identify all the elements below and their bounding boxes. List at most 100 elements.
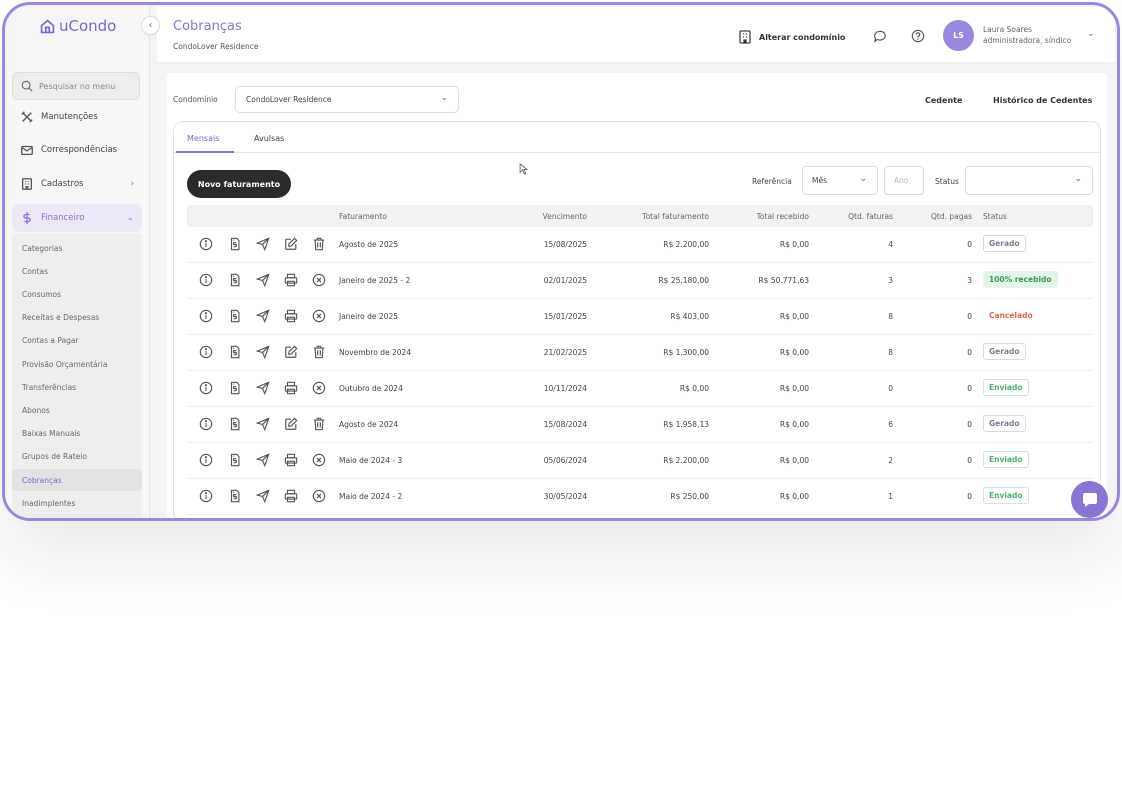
print-icon[interactable]	[284, 489, 298, 503]
info-icon[interactable]	[199, 453, 213, 467]
info-icon[interactable]	[199, 237, 213, 251]
avatar[interactable]: LS	[943, 20, 974, 51]
cancel-icon[interactable]	[312, 453, 326, 467]
cell-faturamento[interactable]: Janeiro de 2025	[339, 312, 398, 321]
chat-bubble-icon[interactable]	[873, 29, 887, 43]
cell-faturamento[interactable]: Maio de 2024 - 2	[339, 492, 402, 501]
collapse-sidebar-button[interactable]: ‹	[141, 16, 160, 35]
info-icon[interactable]	[199, 489, 213, 503]
print-icon[interactable]	[284, 453, 298, 467]
info-icon[interactable]	[199, 345, 213, 359]
col-total-faturamento[interactable]: Total faturamento	[642, 212, 709, 221]
send-icon[interactable]	[256, 237, 270, 251]
invoice-document-icon[interactable]	[228, 273, 242, 287]
cell-faturamento[interactable]: Novembro de 2024	[339, 348, 411, 357]
trash-icon[interactable]	[312, 345, 326, 359]
invoice-document-icon[interactable]	[228, 381, 242, 395]
cell-faturamento[interactable]: Maio de 2024 - 3	[339, 456, 402, 465]
invoice-document-icon[interactable]	[228, 345, 242, 359]
print-icon[interactable]	[284, 309, 298, 323]
col-status[interactable]: Status	[983, 212, 1007, 221]
submenu-item[interactable]: Categorias	[12, 237, 142, 259]
cedente-link[interactable]: Cedente	[925, 96, 962, 105]
status-select[interactable]: ⌄	[965, 166, 1093, 195]
submenu-item[interactable]: Receitas e Despesas	[12, 307, 142, 329]
submenu-item[interactable]: Provisão Orçamentária	[12, 353, 142, 375]
cell-faturamento[interactable]: Agosto de 2025	[339, 240, 398, 249]
send-icon[interactable]	[256, 381, 270, 395]
table-row[interactable]: Maio de 2024 - 2 30/05/2024 R$ 250,00 R$…	[187, 479, 1093, 515]
cell-qtd-pagas: 3	[967, 276, 972, 285]
cancel-icon[interactable]	[312, 309, 326, 323]
info-icon[interactable]	[199, 417, 213, 431]
col-total-recebido[interactable]: Total recebido	[757, 212, 809, 221]
table-row[interactable]: Janeiro de 2025 - 2 02/01/2025 R$ 25.180…	[187, 263, 1093, 299]
table-row[interactable]: Novembro de 2024 21/02/2025 R$ 1.300,00 …	[187, 335, 1093, 371]
invoice-document-icon[interactable]	[228, 489, 242, 503]
info-icon[interactable]	[199, 309, 213, 323]
invoice-document-icon[interactable]	[228, 417, 242, 431]
submenu-item[interactable]: Cobranças	[12, 469, 142, 491]
table-row[interactable]: Maio de 2024 - 3 05/06/2024 R$ 2.200,00 …	[187, 443, 1093, 479]
month-select[interactable]: Mês ⌄	[802, 166, 878, 195]
menu-search[interactable]: Pesquisar no menu	[12, 72, 140, 100]
info-icon[interactable]	[199, 273, 213, 287]
info-icon[interactable]	[199, 381, 213, 395]
year-input[interactable]: Ano	[884, 166, 924, 195]
new-billing-button[interactable]: Novo faturamento	[187, 170, 291, 198]
table-row[interactable]: Agosto de 2025 15/08/2025 R$ 2.200,00 R$…	[187, 227, 1093, 263]
submenu-item[interactable]: Inadimplentes	[12, 492, 142, 514]
submenu-item[interactable]: Grupos de Rateio	[12, 446, 142, 468]
col-qtd-faturas[interactable]: Qtd. faturas	[848, 212, 893, 221]
sidebar-item-manutencoes[interactable]: Manutenções	[12, 103, 142, 131]
print-icon[interactable]	[284, 381, 298, 395]
cell-faturamento[interactable]: Outubro de 2024	[339, 384, 403, 393]
col-faturamento[interactable]: Faturamento	[339, 212, 387, 221]
submenu-item[interactable]: Consumos	[12, 283, 142, 305]
col-qtd-pagas[interactable]: Qtd. pagas	[931, 212, 972, 221]
cell-total-recebido: R$ 0,00	[779, 384, 809, 393]
cell-faturamento[interactable]: Agosto de 2024	[339, 420, 398, 429]
invoice-document-icon[interactable]	[228, 237, 242, 251]
submenu-item[interactable]: Transferências	[12, 376, 142, 398]
historico-cedentes-link[interactable]: Histórico de Cedentes	[993, 96, 1092, 105]
send-icon[interactable]	[256, 273, 270, 287]
send-icon[interactable]	[256, 309, 270, 323]
table-row[interactable]: Agosto de 2024 15/08/2024 R$ 1.958,13 R$…	[187, 407, 1093, 443]
send-icon[interactable]	[256, 417, 270, 431]
table-row[interactable]: Outubro de 2024 10/11/2024 R$ 0,00 R$ 0,…	[187, 371, 1093, 407]
cell-faturamento[interactable]: Janeiro de 2025 - 2	[339, 276, 410, 285]
help-icon[interactable]	[911, 29, 925, 43]
trash-icon[interactable]	[312, 417, 326, 431]
send-icon[interactable]	[256, 489, 270, 503]
print-icon[interactable]	[284, 273, 298, 287]
logo[interactable]: uCondo	[39, 17, 116, 35]
user-info[interactable]: Laura Soares administradora, síndico	[983, 24, 1071, 46]
cancel-icon[interactable]	[312, 273, 326, 287]
trash-icon[interactable]	[312, 237, 326, 251]
edit-icon[interactable]	[284, 345, 298, 359]
edit-icon[interactable]	[284, 237, 298, 251]
submenu-item[interactable]: Baixas Manuais	[12, 423, 142, 445]
submenu-item[interactable]: Contas	[12, 260, 142, 282]
sidebar-item-correspondencias[interactable]: Correspondências	[12, 136, 142, 164]
invoice-document-icon[interactable]	[228, 309, 242, 323]
table-row[interactable]: Janeiro de 2025 15/01/2025 R$ 403,00 R$ …	[187, 299, 1093, 335]
col-vencimento[interactable]: Vencimento	[543, 212, 587, 221]
send-icon[interactable]	[256, 453, 270, 467]
support-chat-button[interactable]	[1071, 481, 1108, 518]
sidebar-item-cadastros[interactable]: Cadastros ›	[12, 170, 142, 198]
condominio-select[interactable]: CondoLover Residence ⌄	[235, 86, 459, 113]
sidebar-item-financeiro[interactable]: Financeiro ⌄	[12, 204, 142, 232]
cancel-icon[interactable]	[312, 381, 326, 395]
submenu-item[interactable]: Abonos	[12, 399, 142, 421]
change-condo-button[interactable]: Alterar condomínio	[739, 30, 845, 44]
send-icon[interactable]	[256, 345, 270, 359]
submenu-item[interactable]: Contas a Pagar	[12, 330, 142, 352]
tab-avulsas[interactable]: Avulsas	[254, 134, 284, 143]
invoice-document-icon[interactable]	[228, 453, 242, 467]
edit-icon[interactable]	[284, 417, 298, 431]
cancel-icon[interactable]	[312, 489, 326, 503]
chevron-down-icon[interactable]: ⌄	[1087, 29, 1095, 39]
tab-mensais[interactable]: Mensais	[187, 134, 219, 143]
